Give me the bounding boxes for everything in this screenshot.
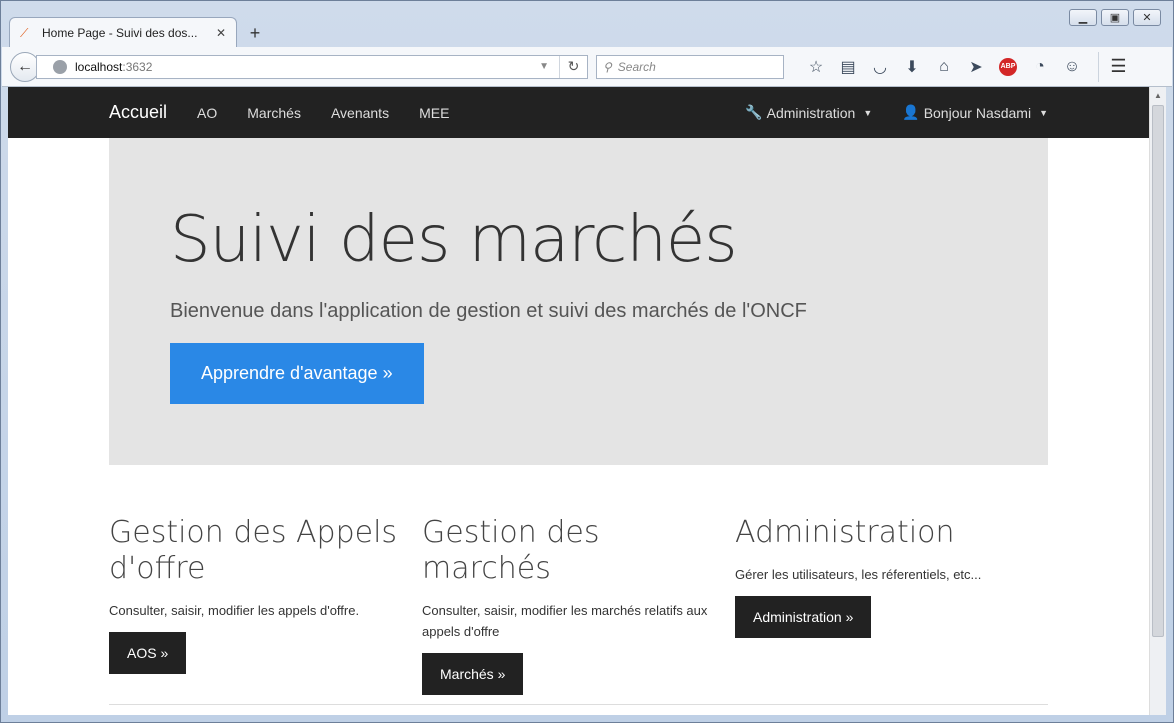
url-host: localhost [75, 59, 123, 74]
search-input[interactable]: ⚲ Search [596, 54, 784, 79]
scrollbar[interactable]: ▲ [1149, 87, 1166, 715]
section-title: Gestion des Appels d'offre [109, 515, 398, 586]
history-icon[interactable]: ◔ [1024, 52, 1056, 82]
site-navbar: Accueil AO Marchés Avenants MEE 🔧 Admini… [8, 87, 1149, 138]
new-tab-icon[interactable]: + [241, 19, 269, 47]
search-placeholder: Search [617, 59, 656, 74]
download-icon[interactable]: ⬇ [896, 52, 928, 82]
section-text: Gérer les utilisateurs, les réferentiels… [735, 567, 982, 582]
section-text: Consulter, saisir, modifier les appels d… [109, 603, 360, 618]
jumbotron: Suivi des marchés Bienvenue dans l'appli… [109, 138, 1048, 465]
send-icon[interactable]: ➤ [960, 52, 992, 82]
home-icon[interactable]: ⌂ [928, 52, 960, 82]
section-marches: Gestion des marchés Consulter, saisir, m… [422, 515, 735, 695]
administration-button[interactable]: Administration » [735, 595, 872, 638]
url-port: :3632 [122, 59, 153, 74]
section-title: Administration [735, 515, 955, 550]
tab-title: Home Page - Suivi des dos... [42, 25, 198, 40]
pocket-icon[interactable]: ◡ [864, 52, 896, 82]
adblock-icon[interactable]: ABP [992, 52, 1024, 82]
user-dropdown[interactable]: 👤 Bonjour Nasdami ▼ [902, 104, 1048, 121]
admin-label: Administration [766, 104, 856, 121]
tab-home-page[interactable]: ⟋ Home Page - Suivi des dos... ✕ [9, 17, 237, 47]
scroll-thumb[interactable] [1152, 105, 1164, 637]
hamburger-menu-icon[interactable]: ☰ [1098, 51, 1138, 82]
url-dropdown-icon[interactable]: ▼ [539, 61, 549, 72]
close-icon[interactable]: ✕ [1133, 9, 1161, 26]
wrench-icon: 🔧 [745, 104, 763, 120]
nav-link-mee[interactable]: MEE [419, 105, 449, 121]
section-text: Consulter, saisir, modifier les marchés … [422, 603, 708, 639]
favicon-icon: ⟋ [20, 25, 29, 40]
divider [109, 704, 1048, 705]
reload-icon[interactable]: ↻ [559, 55, 587, 78]
page-title: Suivi des marchés [170, 203, 738, 277]
tab-close-icon[interactable]: ✕ [216, 26, 226, 40]
tab-bar: ⟋ Home Page - Suivi des dos... ✕ + [9, 17, 269, 47]
browser-toolbar: ← localhost :3632 ▼ ↻ ⚲ Search ☆ ▤ ◡ ⬇ ⌂… [2, 47, 1172, 87]
minimize-icon[interactable]: ▁ [1069, 9, 1097, 26]
window-controls: ▁ ▣ ✕ [1069, 9, 1161, 26]
nav-link-marches[interactable]: Marchés [247, 105, 301, 121]
caret-down-icon: ▼ [1039, 107, 1048, 118]
admin-dropdown[interactable]: 🔧 Administration ▼ [745, 104, 872, 121]
bookmark-star-icon[interactable]: ☆ [800, 52, 832, 82]
page-viewport: Accueil AO Marchés Avenants MEE 🔧 Admini… [8, 87, 1149, 715]
toolbar-icons: ☆ ▤ ◡ ⬇ ⌂ ➤ ABP ◔ ☺ [800, 52, 1088, 82]
chat-icon[interactable]: ☺ [1056, 52, 1088, 82]
aos-button[interactable]: AOS » [109, 631, 187, 674]
scroll-up-icon[interactable]: ▲ [1150, 87, 1166, 104]
caret-down-icon: ▼ [863, 107, 873, 118]
nav-link-avenants[interactable]: Avenants [331, 105, 389, 121]
lead-text: Bienvenue dans l'application de gestion … [170, 300, 807, 322]
feature-columns: Gestion des Appels d'offre Consulter, sa… [109, 515, 1048, 695]
user-label: Bonjour Nasdami [923, 104, 1032, 121]
globe-icon [53, 59, 67, 74]
maximize-icon[interactable]: ▣ [1101, 9, 1129, 26]
nav-link-ao[interactable]: AO [197, 105, 217, 121]
section-administration: Administration Gérer les utilisateurs, l… [735, 515, 1048, 695]
navbar-brand[interactable]: Accueil [109, 102, 167, 123]
learn-more-button[interactable]: Apprendre d'avantage » [170, 343, 424, 404]
search-icon: ⚲ [603, 59, 612, 74]
marches-button[interactable]: Marchés » [422, 652, 524, 695]
section-title: Gestion des marchés [422, 515, 600, 586]
url-bar[interactable]: localhost :3632 ▼ ↻ [36, 54, 588, 79]
reading-list-icon[interactable]: ▤ [832, 52, 864, 82]
section-appels-offre: Gestion des Appels d'offre Consulter, sa… [109, 515, 422, 695]
user-icon: 👤 [902, 104, 920, 120]
